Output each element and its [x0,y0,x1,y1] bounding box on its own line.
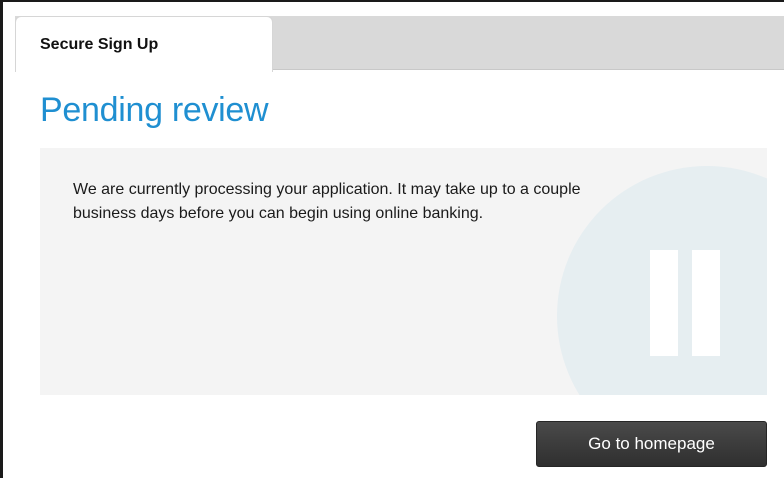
go-to-homepage-button[interactable]: Go to homepage [536,421,767,467]
tab-label: Secure Sign Up [40,35,159,53]
status-message-text: We are currently processing your applica… [73,181,581,222]
signup-window: Secure Sign Up Pending review We are cur… [0,0,784,478]
pause-icon-left-bar [650,250,678,356]
tab-secure-sign-up[interactable]: Secure Sign Up [15,16,273,72]
page-title: Pending review [40,91,269,129]
status-message-panel: We are currently processing your applica… [40,148,767,395]
pause-icon-right-bar [692,250,720,356]
